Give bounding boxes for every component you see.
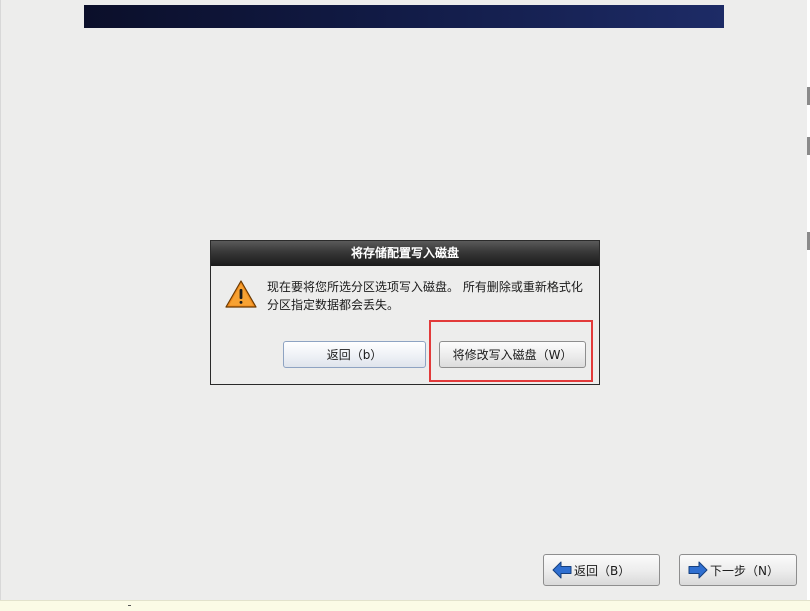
write-storage-dialog: 将存储配置写入磁盘 现在要将您所选分区选项写入磁盘。 所有删除或重新格式化分区指… [210, 240, 600, 385]
status-tick [128, 605, 131, 606]
status-strip [0, 600, 810, 611]
arrow-right-icon [688, 561, 708, 579]
dialog-message: 现在要将您所选分区选项写入磁盘。 所有删除或重新格式化分区指定数据都会丢失。 [267, 280, 583, 312]
dialog-title: 将存储配置写入磁盘 [211, 241, 599, 266]
next-button-label: 下一步（N） [710, 563, 779, 578]
arrow-left-icon [552, 561, 572, 579]
back-button-label: 返回（B） [574, 563, 631, 578]
back-button[interactable]: 返回（B） [543, 554, 660, 586]
next-button[interactable]: 下一步（N） [679, 554, 797, 586]
dialog-back-button[interactable]: 返回（b） [283, 341, 426, 368]
warning-icon [225, 280, 257, 308]
write-changes-button[interactable]: 将修改写入磁盘（W） [439, 341, 586, 368]
header-banner [84, 5, 724, 28]
